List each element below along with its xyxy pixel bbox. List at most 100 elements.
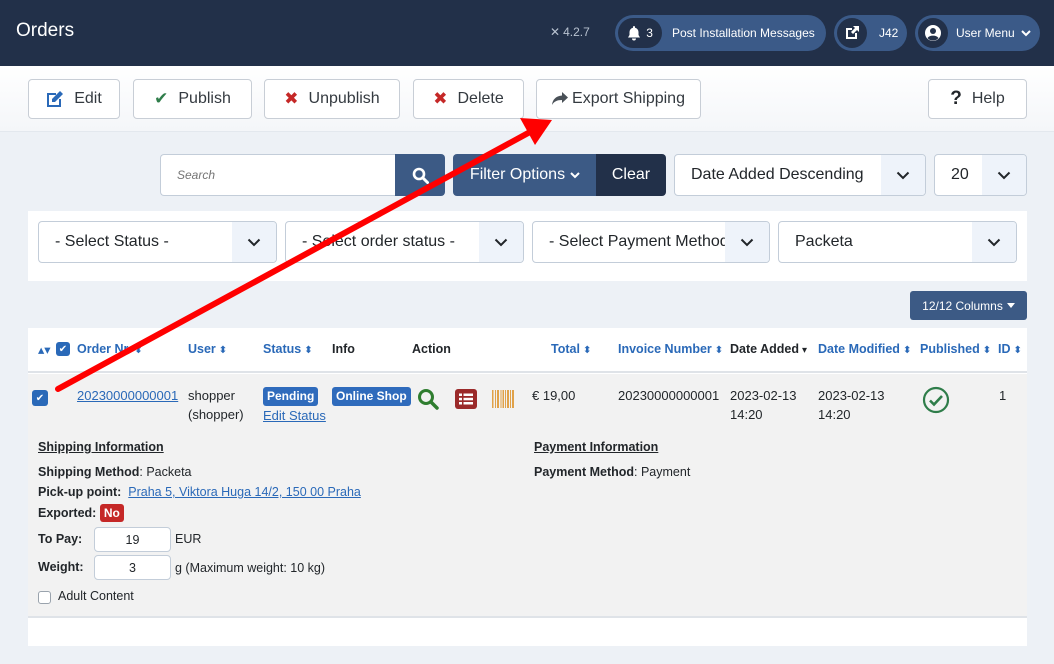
clear-button[interactable]: Clear (596, 154, 666, 196)
weight-label: Weight: (38, 560, 84, 574)
column-published[interactable]: Published ⬍ (920, 342, 991, 356)
payment-information-title: Payment Information (534, 440, 659, 454)
status-cell: Pending Edit Status (263, 386, 326, 425)
list-limit-select[interactable]: 20 (934, 154, 1027, 196)
list-icon (455, 389, 477, 409)
sort-icon: ⬍ (582, 345, 592, 356)
column-date-added[interactable]: Date Added ▾ (730, 342, 807, 356)
exported-badge: No (99, 504, 124, 522)
table-header: ▴▾ ✔ Order Nr. ⬍ User ⬍ Status ⬍ Info Actio… (28, 328, 1027, 373)
view-order-button[interactable] (417, 388, 439, 415)
edit-button[interactable]: Edit (28, 79, 120, 119)
filter-options-button[interactable]: Filter Options (453, 154, 597, 196)
weight-input[interactable] (94, 555, 171, 580)
table-row: ✔ 20230000000001 shopper (shopper) Pendi… (28, 374, 1027, 618)
sort-icon: ⬍ (304, 345, 313, 356)
check-circle-icon (922, 386, 950, 414)
edit-status-link[interactable]: Edit Status (263, 408, 326, 423)
chevron-down-icon (740, 238, 754, 246)
publish-button[interactable]: ✔ Publish (133, 79, 252, 119)
column-order-nr[interactable]: Order Nr. ⬍ (77, 342, 143, 356)
order-status-filter-select[interactable]: - Select order status - (285, 221, 524, 263)
to-pay-unit: EUR (175, 532, 202, 546)
search-input[interactable] (160, 154, 396, 196)
date-modified-cell: 2023-02-13 14:20 (818, 388, 885, 422)
page-title: Orders (16, 20, 75, 41)
share-icon (552, 92, 569, 105)
exported-field: Exported: No (38, 504, 124, 522)
user-icon (925, 25, 941, 41)
user-menu-button[interactable]: User Menu (915, 15, 1040, 51)
payment-method-filter-select[interactable]: - Select Payment Method - (532, 221, 770, 263)
shipping-information-title: Shipping Information (38, 440, 164, 454)
column-date-modified[interactable]: Date Modified ⬍ (818, 342, 911, 356)
chevron-down-icon (987, 238, 1001, 246)
delete-button[interactable]: ✖ Delete (413, 79, 524, 119)
chevron-down-icon (896, 171, 910, 179)
invoice-number-cell: 20230000000001 (618, 388, 720, 403)
sort-desc-icon: ▾ (802, 345, 808, 356)
chevron-down-icon (997, 171, 1011, 179)
export-shipping-button[interactable]: Export Shipping (536, 79, 701, 119)
to-pay-input[interactable] (94, 527, 171, 552)
question-icon: ? (950, 88, 962, 109)
pickup-point-link[interactable]: Praha 5, Viktora Huga 14/2, 150 00 Praha (128, 485, 361, 499)
search-icon (418, 389, 439, 410)
ordering-sort-icon[interactable]: ▴▾ (38, 342, 51, 357)
check-icon: ✔ (154, 89, 169, 108)
columns-toggle-button[interactable]: 12/12 Columns (910, 291, 1027, 320)
status-filter-select[interactable]: - Select Status - (38, 221, 277, 263)
help-button[interactable]: ? Help (928, 79, 1027, 119)
chevron-down-icon (570, 172, 580, 179)
column-invoice-number[interactable]: Invoice Number ⬍ (618, 342, 723, 356)
column-total[interactable]: Total ⬍ (551, 342, 591, 356)
column-action: Action (412, 342, 451, 356)
bell-icon (628, 25, 641, 40)
post-installation-messages-button[interactable]: 3 Post Installation Messages (615, 15, 826, 51)
sort-icon: ⬍ (1013, 345, 1022, 356)
column-info: Info (332, 342, 355, 356)
external-link-icon (846, 26, 859, 39)
sort-icon: ⬍ (218, 345, 228, 356)
select-all-checkbox[interactable]: ✔ (56, 342, 70, 356)
info-badge: Online Shop (332, 387, 411, 406)
barcode-button[interactable] (492, 390, 514, 413)
to-pay-label: To Pay: (38, 532, 83, 546)
unpublish-button[interactable]: ✖ Unpublish (264, 79, 400, 119)
shipping-method-field: Shipping Method: Packeta (38, 465, 192, 479)
order-details-button[interactable] (455, 389, 477, 414)
id-cell: 1 (999, 388, 1007, 403)
chevron-down-icon (1020, 30, 1031, 37)
column-id[interactable]: ID ⬍ (998, 342, 1022, 356)
joomla-logo-icon: ✕ (550, 25, 561, 39)
order-number-link[interactable]: 20230000000001 (77, 386, 178, 405)
pickup-point-field: Pick-up point: Praha 5, Viktora Huga 14/… (38, 485, 361, 499)
weight-unit: g (Maximum weight: 10 kg) (175, 561, 326, 575)
times-icon: ✖ (433, 89, 448, 108)
search-button[interactable] (395, 154, 445, 196)
payment-method-field: Payment Method: Payment (534, 465, 691, 479)
column-status[interactable]: Status ⬍ (263, 342, 313, 356)
info-cell: Online Shop (332, 386, 411, 406)
caret-down-icon (1006, 303, 1015, 308)
sort-icon: ⬍ (902, 345, 912, 356)
total-cell: € 19,00 (532, 388, 576, 403)
column-user[interactable]: User ⬍ (188, 342, 227, 356)
row-checkbox[interactable]: ✔ (32, 390, 48, 406)
version-label: ✕ 4.2.7 (550, 25, 590, 39)
toolbar: Edit ✔ Publish ✖ Unpublish ✖ Delete Expo… (0, 66, 1054, 132)
edit-icon (47, 91, 64, 107)
published-toggle[interactable] (922, 386, 950, 419)
times-icon: ✖ (284, 89, 299, 108)
shipping-method-filter-select[interactable]: Packeta (778, 221, 1017, 263)
user-cell: shopper (shopper) (188, 388, 244, 422)
ordering-select[interactable]: Date Added Descending (674, 154, 926, 196)
notifications-count: 3 (646, 26, 653, 40)
barcode-icon (492, 390, 514, 408)
adult-content-checkbox[interactable] (38, 591, 51, 604)
site-link-button[interactable]: J42 (834, 15, 907, 51)
orders-table: ▴▾ ✔ Order Nr. ⬍ User ⬍ Status ⬍ Info Actio… (28, 328, 1027, 646)
chevron-down-icon (247, 238, 261, 246)
date-added-cell: 2023-02-13 14:20 (730, 388, 797, 422)
adult-content-label: Adult Content (58, 589, 134, 603)
